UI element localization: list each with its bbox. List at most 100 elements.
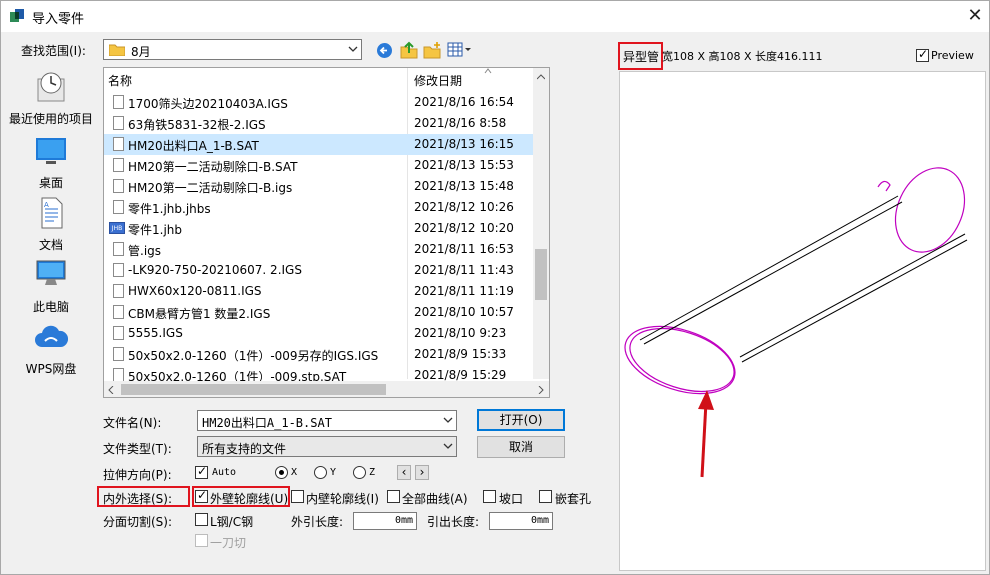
file-date: 2021/8/10 10:57: [414, 305, 514, 319]
title-bar: 导入零件 ✕: [1, 1, 989, 32]
cancel-button[interactable]: 取消: [477, 436, 565, 458]
documents-icon: A: [41, 197, 63, 229]
outer-wall-checkbox[interactable]: [195, 488, 208, 503]
file-row[interactable]: HWX60x120-0811.IGS 2021/8/11 11:19: [104, 281, 549, 302]
file-name: 63角铁5831-32根-2.IGS: [128, 118, 266, 132]
back-icon[interactable]: [376, 42, 393, 59]
next-arrow-button[interactable]: ›: [415, 465, 429, 480]
file-icon: [113, 347, 124, 361]
scroll-right-icon[interactable]: [538, 386, 544, 394]
preview-checkbox[interactable]: [916, 47, 929, 62]
lead-in-input[interactable]: 0mm: [489, 512, 553, 530]
file-icon: [113, 263, 124, 277]
file-name: 50x50x2.0-1260（1件）-009另存的IGS.IGS: [128, 349, 379, 363]
filetype-label: 文件类型(T):: [103, 442, 172, 456]
one-cut-checkbox[interactable]: [195, 534, 208, 547]
lead-out-label: 外引长度:: [291, 515, 344, 529]
file-icon: [113, 305, 124, 319]
red-arrow: [698, 390, 714, 478]
scroll-thumb[interactable]: [121, 384, 386, 395]
file-date: 2021/8/11 16:53: [414, 242, 514, 256]
view-menu-icon[interactable]: [447, 42, 473, 58]
place-label: 文档: [38, 238, 63, 252]
column-header-name[interactable]: 名称: [108, 72, 132, 94]
auto-checkbox[interactable]: [195, 464, 208, 479]
one-cut-label: 一刀切: [210, 536, 247, 550]
place-wps-cloud[interactable]: WPS网盘: [1, 321, 101, 377]
file-icon: [113, 326, 124, 340]
stretch-direction-label: 拉伸方向(P):: [103, 468, 172, 482]
split-cut-label: 分面切割(S):: [103, 515, 173, 529]
nested-hole-checkbox[interactable]: [539, 490, 552, 503]
close-button[interactable]: ✕: [963, 2, 987, 30]
scroll-up-icon[interactable]: [537, 74, 545, 80]
file-row[interactable]: 50x50x2.0-1260（1件）-009另存的IGS.IGS 2021/8/9…: [104, 344, 549, 365]
file-row[interactable]: 63角铁5831-32根-2.IGS 2021/8/16 8:58: [104, 113, 549, 134]
folder-icon: [109, 44, 125, 56]
inner-wall-checkbox[interactable]: [291, 490, 304, 503]
place-computer[interactable]: 此电脑: [1, 259, 101, 315]
open-button[interactable]: 打开(O): [477, 409, 565, 431]
file-date: 2021/8/11 11:43: [414, 263, 514, 277]
place-label: WPS网盘: [25, 362, 77, 376]
look-in-combo[interactable]: 8月: [103, 39, 362, 60]
file-row[interactable]: HM20第一二活动剔除口-B.SAT 2021/8/13 15:53: [104, 155, 549, 176]
up-folder-icon[interactable]: [400, 41, 418, 59]
scroll-thumb[interactable]: [535, 249, 547, 300]
file-icon: [113, 137, 124, 151]
file-row[interactable]: 零件1.jhb.jhbs 2021/8/12 10:26: [104, 197, 549, 218]
file-row[interactable]: 管.igs 2021/8/11 16:53: [104, 239, 549, 260]
file-name: CBM悬臂方管1 数量2.IGS: [128, 307, 271, 321]
filetype-value: 所有支持的文件: [202, 442, 287, 456]
filename-combo[interactable]: HM20出料口A_1-B.SAT: [197, 410, 457, 431]
scroll-left-icon[interactable]: [108, 386, 114, 394]
filetype-combo[interactable]: 所有支持的文件: [197, 436, 457, 457]
jhb-file-icon: JHB: [109, 222, 125, 234]
outer-wall-label: 外壁轮廓线(U): [210, 492, 289, 506]
radio-y-label: Y: [330, 467, 337, 478]
tube-edge: [639, 195, 899, 341]
vertical-scrollbar[interactable]: [533, 68, 549, 379]
file-date: 2021/8/13 15:48: [414, 179, 514, 193]
radio-x[interactable]: [275, 466, 288, 479]
desktop-icon: [36, 138, 66, 164]
file-icon: [113, 179, 124, 193]
file-icon: [113, 284, 124, 298]
auto-label: Auto: [212, 467, 237, 478]
computer-icon: [36, 260, 66, 285]
file-name: HM20第一二活动剔除口-B.igs: [128, 181, 293, 195]
column-header-date[interactable]: 修改日期: [414, 72, 462, 94]
l-c-steel-checkbox[interactable]: [195, 513, 208, 526]
inout-label: 内外选择(S):: [103, 492, 173, 506]
all-curves-checkbox[interactable]: [387, 490, 400, 503]
file-row[interactable]: 5555.IGS 2021/8/10 9:23: [104, 323, 549, 344]
new-folder-icon[interactable]: [423, 41, 441, 59]
file-date: 2021/8/16 8:58: [414, 116, 507, 130]
place-recent[interactable]: 最近使用的项目: [1, 71, 101, 127]
dimensions-label: 宽108 X 高108 X 长度416.111: [662, 50, 823, 63]
file-list[interactable]: 名称 修改日期 1700筛头边20210403A.IGS 2021/8/16 16…: [103, 67, 550, 398]
file-name: 零件1.jhb: [128, 223, 183, 237]
file-icon: [113, 368, 124, 382]
radio-z[interactable]: [353, 466, 366, 479]
file-row[interactable]: HM20出料口A_1-B.SAT 2021/8/13 16:15: [104, 134, 549, 155]
radio-y[interactable]: [314, 466, 327, 479]
prev-arrow-button[interactable]: ‹: [397, 465, 411, 480]
file-row[interactable]: CBM悬臂方管1 数量2.IGS 2021/8/10 10:57: [104, 302, 549, 323]
tube-edge: [739, 233, 966, 358]
file-row[interactable]: -LK920-750-20210607. 2.IGS 2021/8/11 11:4…: [104, 260, 549, 281]
place-documents[interactable]: A 文档: [1, 197, 101, 253]
file-row[interactable]: JHB 零件1.jhb 2021/8/12 10:20: [104, 218, 549, 239]
sort-icon: [484, 68, 492, 74]
file-row[interactable]: 1700筛头边20210403A.IGS 2021/8/16 16:54: [104, 92, 549, 113]
horizontal-scrollbar[interactable]: [104, 381, 549, 397]
file-name: HM20第一二活动剔除口-B.SAT: [128, 160, 298, 174]
file-row[interactable]: HM20第一二活动剔除口-B.igs 2021/8/13 15:48: [104, 176, 549, 197]
file-date: 2021/8/10 9:23: [414, 326, 507, 340]
tube-body-lines: [639, 195, 968, 363]
lead-out-input[interactable]: 0mm: [353, 512, 417, 530]
preview-pane: [619, 71, 986, 571]
preview-label: Preview: [931, 49, 974, 62]
bevel-checkbox[interactable]: [483, 490, 496, 503]
place-desktop[interactable]: 桌面: [1, 135, 101, 191]
